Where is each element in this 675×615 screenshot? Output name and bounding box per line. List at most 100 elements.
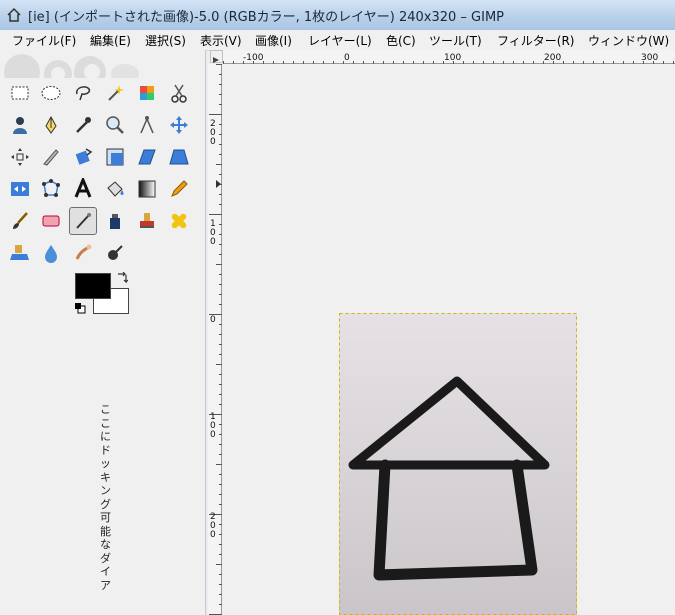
vertical-ruler: 200 100 0 100 200 — [208, 64, 222, 615]
wilber-logo — [4, 54, 139, 78]
compass-icon — [140, 116, 154, 134]
menu-layer[interactable]: レイヤー(L) — [308, 32, 372, 49]
free-select-tool[interactable] — [69, 79, 97, 107]
menu-tools[interactable]: ツール(T) — [429, 32, 482, 49]
flip-tool[interactable] — [6, 175, 34, 203]
color-picker-tool[interactable] — [69, 111, 97, 139]
paintbrush-icon — [13, 212, 28, 229]
home-icon — [7, 7, 21, 22]
eraser-icon — [42, 215, 60, 227]
cage-transform-tool[interactable] — [37, 175, 65, 203]
perspective-tool[interactable] — [165, 143, 193, 171]
move-arrows-icon — [170, 116, 188, 134]
pencil-tool[interactable] — [165, 175, 193, 203]
zoom-tool[interactable] — [101, 111, 129, 139]
move-tool[interactable] — [165, 111, 193, 139]
vruler-label-200b: 200 — [210, 512, 216, 540]
ellipse-select-icon — [41, 86, 61, 100]
vruler-label-100: 100 — [210, 219, 216, 247]
title-bar: [ie] (インポートされた画像)-5.0 (RGBカラー, 1枚のレイヤー) … — [0, 0, 675, 31]
hruler-label-300: 300 — [641, 53, 658, 63]
paintbrush-tool[interactable] — [6, 207, 34, 235]
blur-tool[interactable] — [37, 239, 65, 267]
toolbox-panel: ここにドッキング可能なダイア — [0, 50, 206, 615]
ink-tool[interactable] — [101, 207, 129, 235]
bucket-fill-tool[interactable] — [101, 175, 129, 203]
blend-tool[interactable] — [133, 175, 161, 203]
horizontal-ruler: -100 0 100 200 300 — [223, 50, 675, 64]
foreground-select-icon — [13, 117, 27, 134]
crop-tool[interactable] — [37, 143, 65, 171]
rotate-tool[interactable] — [69, 143, 97, 171]
menu-edit[interactable]: 編集(E) — [90, 32, 131, 49]
measure-tool[interactable] — [133, 111, 161, 139]
dodge-burn-tool[interactable] — [101, 239, 129, 267]
perspective-clone-icon — [10, 245, 29, 260]
smudge-finger-icon — [75, 244, 92, 260]
magnifier-icon — [106, 116, 124, 134]
menu-filters[interactable]: フィルター(R) — [497, 32, 574, 49]
pencil-icon — [171, 180, 188, 197]
pen-nib-icon — [45, 115, 57, 134]
lasso-icon — [75, 86, 91, 101]
menu-select[interactable]: 選択(S) — [145, 32, 186, 49]
scissors-icon — [171, 84, 187, 103]
perspective-icon — [169, 149, 189, 165]
stamp-icon — [140, 213, 154, 228]
rect-select-tool[interactable] — [6, 79, 34, 107]
menu-view[interactable]: 表示(V) — [200, 32, 242, 49]
water-drop-icon — [45, 245, 57, 263]
paths-tool[interactable] — [37, 111, 65, 139]
ellipse-select-tool[interactable] — [37, 79, 65, 107]
scissors-select-tool[interactable] — [165, 79, 193, 107]
dodge-burn-icon — [108, 245, 123, 260]
dock-hint-text: ここにドッキング可能なダイア — [100, 403, 111, 592]
menu-image[interactable]: 画像(I) — [255, 32, 292, 49]
window-title: [ie] (インポートされた画像)-5.0 (RGBカラー, 1枚のレイヤー) … — [28, 10, 505, 25]
text-tool[interactable] — [69, 175, 97, 203]
foreground-color-swatch[interactable] — [75, 273, 111, 299]
ruler-corner[interactable] — [210, 50, 223, 63]
clone-tool[interactable] — [133, 207, 161, 235]
default-colors-icon[interactable] — [74, 302, 86, 314]
scale-tool[interactable] — [101, 143, 129, 171]
vruler-label-0: 0 — [210, 315, 216, 325]
color-select-icon — [140, 86, 154, 100]
airbrush-icon — [76, 213, 91, 229]
magic-wand-icon — [108, 85, 124, 101]
vruler-label-200: 200 — [210, 119, 216, 147]
eyedropper-icon — [76, 117, 91, 133]
image-canvas[interactable] — [339, 313, 577, 615]
heal-tool[interactable] — [165, 207, 193, 235]
perspective-clone-tool[interactable] — [6, 239, 34, 267]
flip-icon — [11, 182, 29, 196]
shear-tool[interactable] — [133, 143, 161, 171]
menu-windows[interactable]: ウィンドウ(W) — [588, 32, 669, 49]
align-icon — [11, 148, 29, 166]
ink-bottle-icon — [110, 214, 120, 229]
fuzzy-select-tool[interactable] — [101, 79, 129, 107]
menu-colors[interactable]: 色(C) — [386, 32, 416, 49]
menu-file[interactable]: ファイル(F) — [12, 32, 76, 49]
eraser-tool[interactable] — [37, 207, 65, 235]
airbrush-tool[interactable] — [69, 207, 97, 235]
hruler-label-100: 100 — [444, 53, 461, 63]
menu-bar: ファイル(F) 編集(E) 選択(S) 表示(V) 画像(I) レイヤー(L) … — [0, 30, 675, 51]
swap-colors-icon[interactable] — [116, 272, 128, 284]
select-by-color-tool[interactable] — [133, 79, 161, 107]
text-a-icon — [74, 178, 92, 198]
hruler-label-0: 0 — [344, 53, 350, 63]
foreground-select-tool[interactable] — [6, 111, 34, 139]
smudge-tool[interactable] — [69, 239, 97, 267]
gradient-icon — [138, 180, 156, 198]
rect-select-icon — [11, 86, 29, 100]
paint-bucket-icon — [107, 181, 124, 197]
knife-icon — [43, 149, 59, 166]
hruler-label-200: 200 — [544, 53, 561, 63]
hruler-label-neg100: -100 — [243, 53, 264, 63]
cage-icon — [42, 179, 60, 197]
shear-icon — [138, 149, 156, 165]
vruler-label-100b: 100 — [210, 412, 216, 440]
align-tool[interactable] — [6, 143, 34, 171]
rotate-icon — [75, 148, 93, 165]
